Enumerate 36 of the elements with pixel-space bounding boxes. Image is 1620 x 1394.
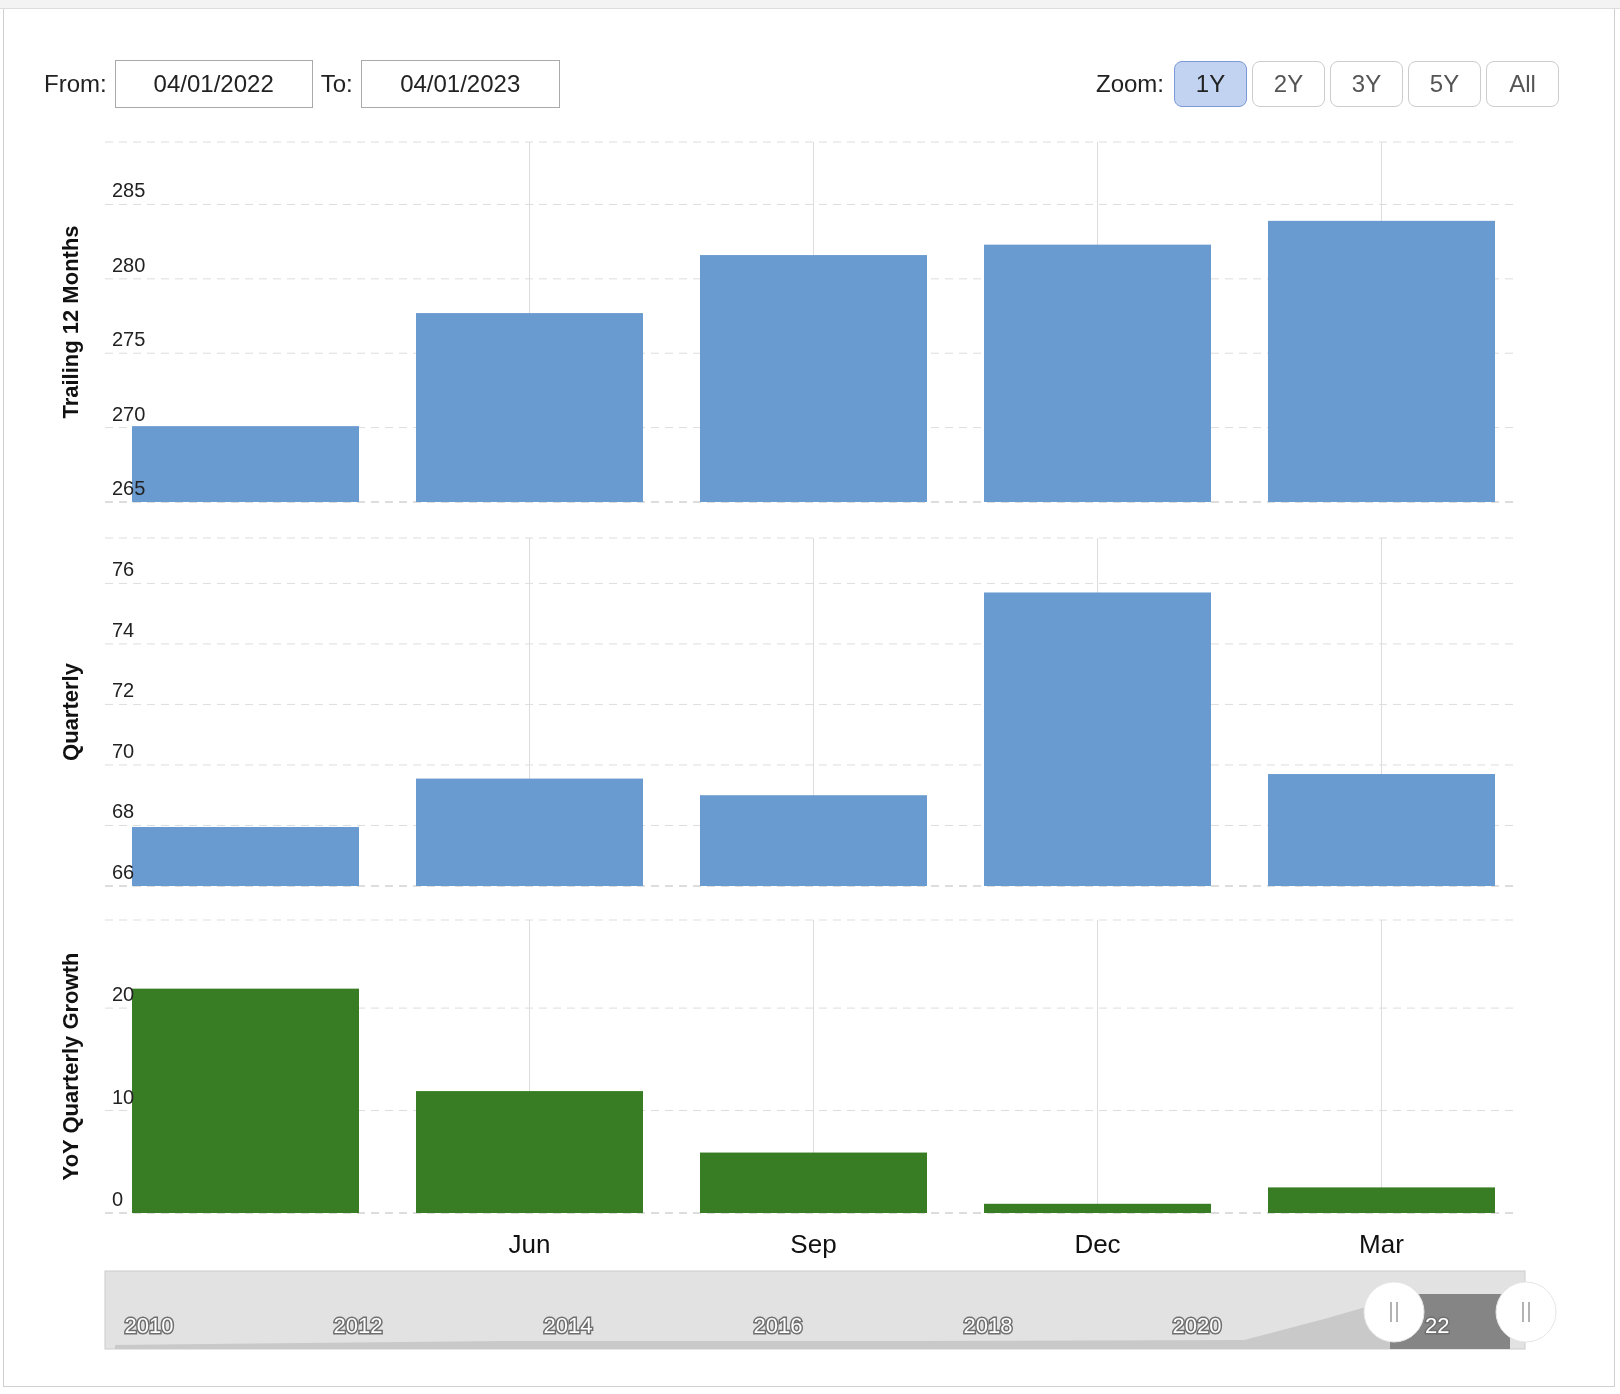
axis-title: Quarterly (57, 663, 83, 761)
axis-label: 270 (112, 402, 146, 425)
axis-title: YoY Quarterly Growth (57, 952, 83, 1181)
axis-label: 280 (112, 253, 146, 276)
axis-label: Mar (1359, 1229, 1404, 1259)
navigator-label: 2018 (963, 1313, 1013, 1338)
navigator-label: 2014 (543, 1313, 593, 1338)
from-date-field[interactable]: 04/01/2022 (114, 60, 313, 108)
navigator-label: 22 (1425, 1313, 1450, 1338)
navigator-label: 2012 (333, 1313, 383, 1338)
axis-label: 76 (112, 558, 135, 581)
navigator-label: 2020 (1172, 1313, 1222, 1338)
zoom-button[interactable]: 5Y (1408, 61, 1481, 107)
to-label: To: (320, 69, 353, 99)
axis-title: Trailing 12 Months (57, 225, 83, 419)
zoom-button[interactable]: 3Y (1330, 61, 1403, 107)
to-date-field[interactable]: 04/01/2023 (360, 60, 560, 108)
axis-label: 275 (112, 328, 146, 351)
axis-label: 70 (112, 739, 135, 762)
axis-label: Jun (508, 1229, 551, 1259)
axis-label: 68 (112, 800, 135, 823)
axis-label: 0 (112, 1188, 124, 1210)
zoom-label: Zoom: (1096, 69, 1164, 99)
navigator-label: 2016 (753, 1313, 803, 1338)
navigator-label: 2010 (124, 1313, 174, 1338)
navigator-handle[interactable] (1363, 1281, 1425, 1343)
from-label: From: (44, 69, 107, 99)
axis-label: 285 (112, 179, 146, 202)
zoom-button[interactable]: 1Y (1174, 61, 1247, 107)
zoom-button[interactable]: 2Y (1252, 61, 1325, 107)
axis-label: Dec (1074, 1229, 1121, 1259)
axis-label: 72 (112, 679, 135, 702)
axis-label: 74 (112, 618, 135, 641)
navigator-handle[interactable] (1495, 1281, 1557, 1343)
axis-label: Sep (790, 1229, 837, 1259)
zoom-button[interactable]: All (1486, 61, 1559, 107)
